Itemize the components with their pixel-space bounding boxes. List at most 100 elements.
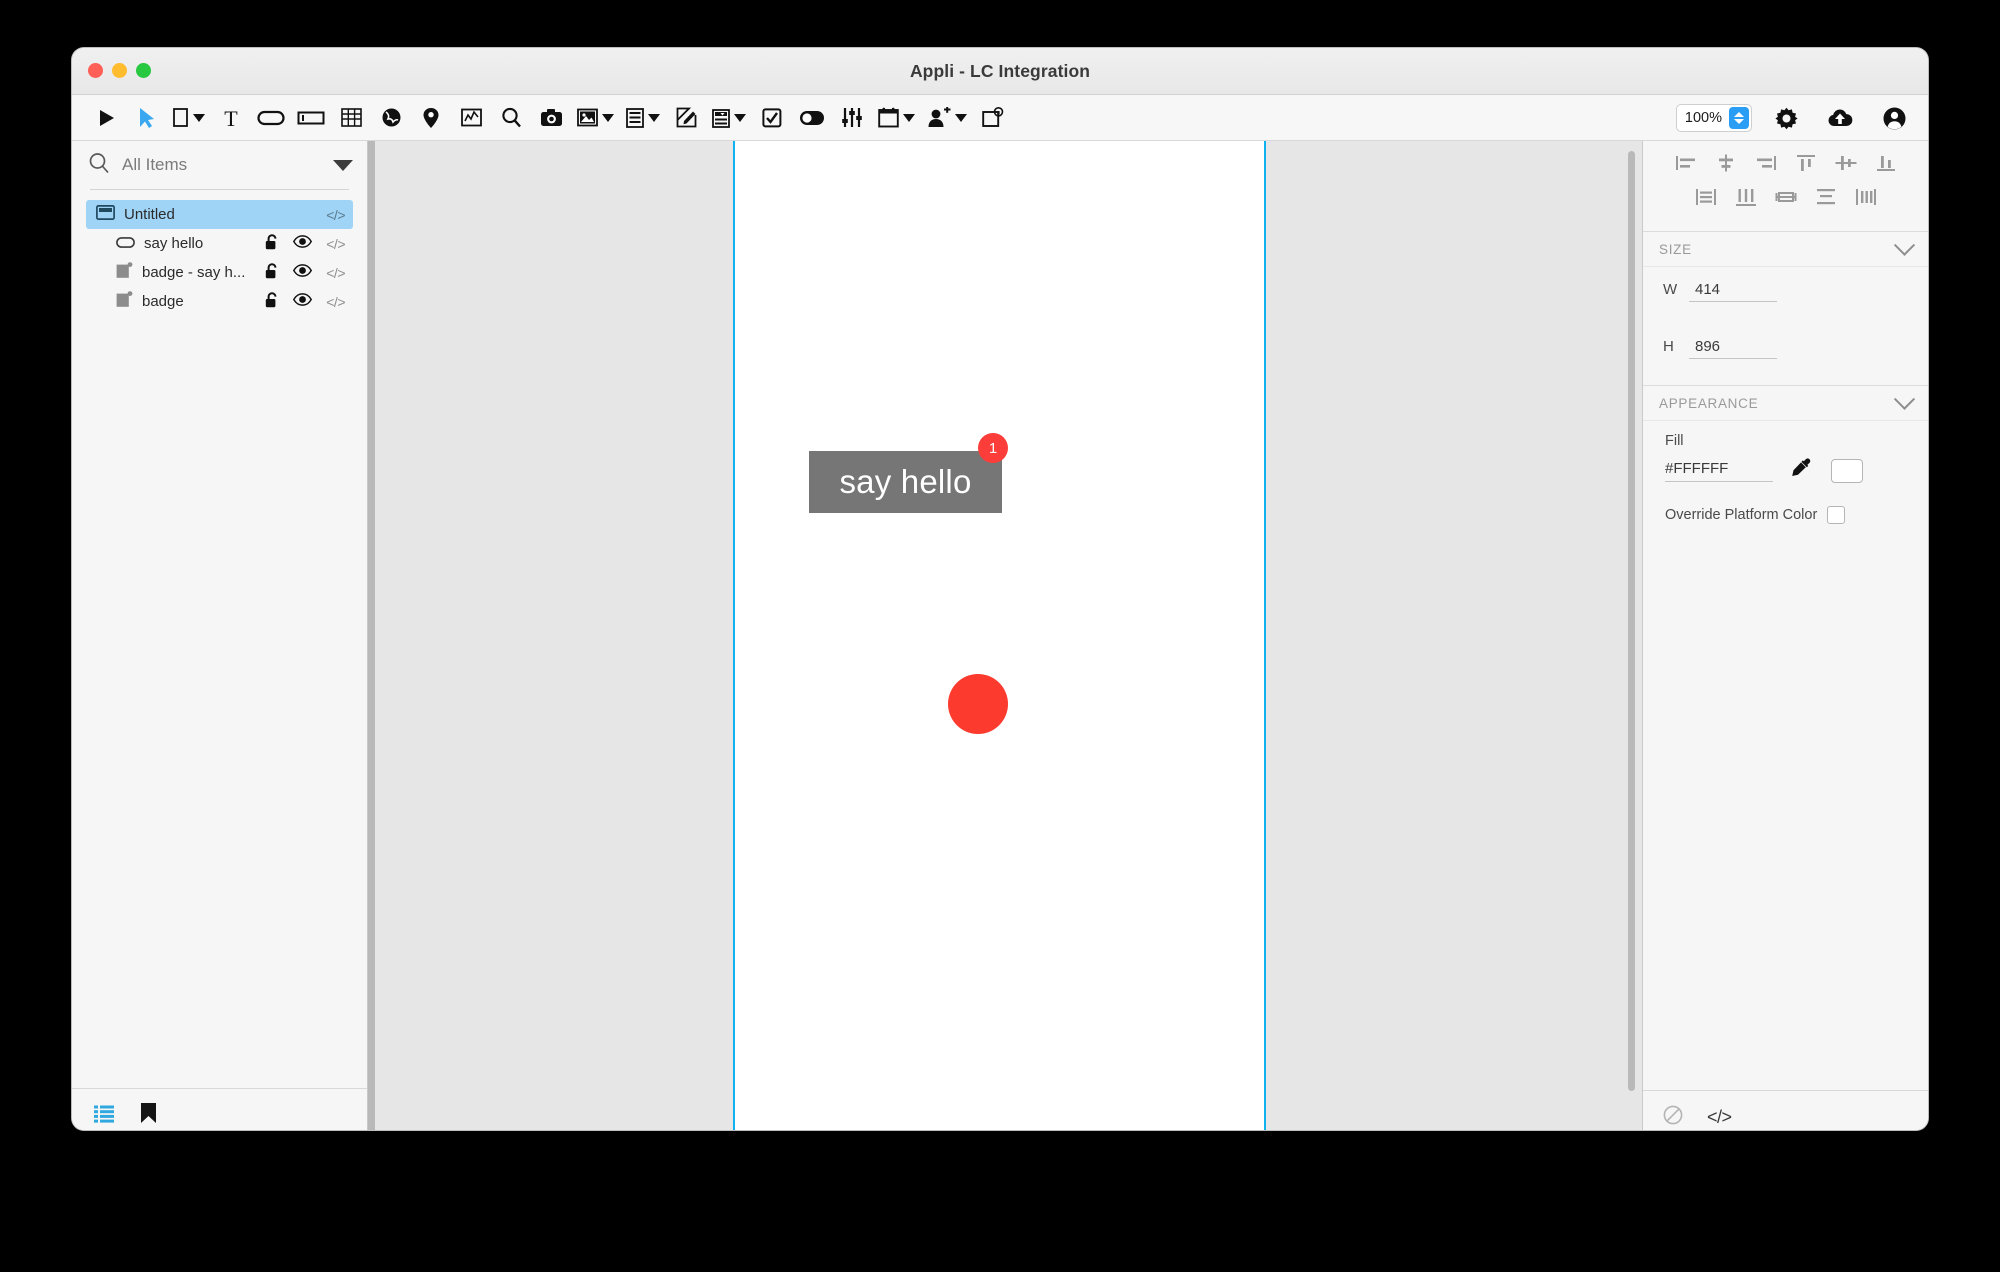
sidebar-footer	[72, 1088, 367, 1130]
fill-color-swatch[interactable]	[1831, 458, 1863, 483]
unlock-icon[interactable]	[265, 233, 279, 254]
eye-icon[interactable]	[293, 264, 313, 281]
toolbar-right-group: 100%	[1675, 95, 1914, 141]
unlock-icon[interactable]	[265, 262, 279, 283]
field-icon[interactable]	[291, 99, 331, 137]
play-icon[interactable]	[86, 99, 126, 137]
text-icon[interactable]: T	[211, 99, 251, 137]
badge-count[interactable]: 1	[978, 433, 1008, 463]
graphic-icon	[116, 291, 133, 312]
eye-icon[interactable]	[293, 293, 313, 310]
button-icon[interactable]	[251, 99, 291, 137]
code-icon[interactable]: </>	[326, 294, 345, 310]
layer-row-actions: </>	[326, 207, 345, 223]
bookmark-icon[interactable]	[140, 1103, 157, 1129]
pointer-icon[interactable]	[126, 99, 166, 137]
zoom-stepper-arrows[interactable]	[1729, 107, 1749, 129]
graphic-icon	[116, 262, 133, 283]
say-hello-button[interactable]: say hello	[809, 451, 1002, 513]
align-top-icon[interactable]	[1793, 151, 1819, 175]
align-bottom-icon[interactable]	[1873, 151, 1899, 175]
chevron-down-icon[interactable]	[955, 113, 967, 122]
layer-row-actions: </>	[265, 262, 345, 283]
canvas-scrollbar-left[interactable]	[368, 141, 375, 1130]
align-center-horizontal-icon[interactable]	[1713, 151, 1739, 175]
chevron-down-icon[interactable]	[903, 113, 915, 122]
chevron-down-icon[interactable]	[193, 113, 205, 122]
close-button[interactable]	[88, 63, 103, 78]
toggle-icon[interactable]	[792, 99, 832, 137]
align-left-icon[interactable]	[1673, 151, 1699, 175]
appearance-section-title: APPEARANCE	[1659, 395, 1759, 411]
person-add-icon[interactable]	[921, 99, 973, 137]
equalize-height-icon[interactable]	[1813, 185, 1839, 209]
distribute-horizontal-icon[interactable]	[1733, 185, 1759, 209]
eyedropper-icon[interactable]	[1791, 457, 1813, 484]
maximize-button[interactable]	[136, 63, 151, 78]
code-icon[interactable]: </>	[326, 236, 345, 252]
override-platform-color-row[interactable]: Override Platform Color	[1665, 506, 1912, 524]
camera-icon[interactable]	[531, 99, 571, 137]
layer-row-untitled[interactable]: Untitled </>	[86, 200, 353, 229]
eye-icon[interactable]	[293, 235, 313, 252]
unlock-icon[interactable]	[265, 291, 279, 312]
browser-globe-icon[interactable]	[371, 99, 411, 137]
code-icon[interactable]: </>	[326, 207, 345, 223]
cloud-upload-icon[interactable]	[1820, 99, 1860, 137]
space-evenly-icon[interactable]	[1773, 185, 1799, 209]
account-icon[interactable]	[1874, 99, 1914, 137]
alignment-row-2	[1659, 185, 1912, 209]
size-section-header[interactable]: SIZE	[1643, 231, 1928, 267]
chevron-down-icon[interactable]	[602, 113, 614, 122]
overlay-window-icon[interactable]: n	[973, 99, 1013, 137]
location-pin-icon[interactable]	[411, 99, 451, 137]
code-icon[interactable]: </>	[326, 265, 345, 281]
graph-icon[interactable]	[451, 99, 491, 137]
sliders-icon[interactable]	[832, 99, 872, 137]
svg-text:T: T	[224, 107, 238, 129]
red-circle-shape[interactable]	[948, 674, 1008, 734]
device-screen[interactable]: say hello 1	[733, 141, 1266, 1130]
layer-row-badge[interactable]: badge </>	[86, 287, 353, 316]
fill-color-input[interactable]: #FFFFFF	[1665, 460, 1773, 482]
traffic-light-controls	[88, 63, 151, 78]
chevron-down-icon[interactable]	[648, 113, 660, 122]
calendar-icon[interactable]	[872, 99, 921, 137]
alignment-tools	[1643, 141, 1928, 231]
equalize-width-icon[interactable]	[1853, 185, 1879, 209]
rectangle-icon[interactable]	[166, 99, 211, 137]
zoom-stepper[interactable]: 100%	[1675, 104, 1752, 132]
filter-dropdown-icon[interactable]	[333, 159, 353, 171]
inspector-footer: </>	[1643, 1090, 1928, 1130]
no-entry-icon[interactable]	[1663, 1105, 1683, 1130]
minimize-button[interactable]	[112, 63, 127, 78]
table-icon[interactable]	[331, 99, 371, 137]
override-platform-color-checkbox[interactable]	[1827, 506, 1846, 524]
align-right-icon[interactable]	[1753, 151, 1779, 175]
image-icon[interactable]	[571, 99, 620, 137]
layer-row-badge-say-hello[interactable]: badge - say h... </>	[86, 258, 353, 287]
appearance-section-header[interactable]: APPEARANCE	[1643, 385, 1928, 421]
magnifier-icon[interactable]	[491, 99, 531, 137]
code-icon[interactable]: </>	[1707, 1107, 1732, 1128]
width-input[interactable]: 414	[1689, 281, 1777, 302]
search-input[interactable]: All Items	[122, 155, 321, 175]
distribute-vertical-icon[interactable]	[1693, 185, 1719, 209]
canvas-area[interactable]: say hello 1	[368, 141, 1642, 1130]
chevron-down-icon[interactable]	[1893, 234, 1916, 256]
align-middle-vertical-icon[interactable]	[1833, 151, 1859, 175]
layer-row-say-hello[interactable]: say hello </>	[86, 229, 353, 258]
chevron-down-icon[interactable]	[734, 113, 746, 122]
list-view-icon[interactable]	[94, 1105, 114, 1128]
override-platform-color-label: Override Platform Color	[1665, 507, 1818, 523]
app-window: Appli - LC Integration T n 100% All Item…	[72, 48, 1928, 1130]
chevron-down-icon[interactable]	[1893, 388, 1916, 410]
pencil-square-icon[interactable]	[666, 99, 706, 137]
gear-icon[interactable]	[1766, 99, 1806, 137]
canvas-scrollbar-vertical[interactable]	[1628, 151, 1635, 1091]
form-icon[interactable]	[706, 99, 752, 137]
height-input[interactable]: 896	[1689, 338, 1777, 359]
checkbox-icon[interactable]	[752, 99, 792, 137]
search-icon[interactable]	[88, 152, 110, 179]
list-panel-icon[interactable]	[620, 99, 666, 137]
